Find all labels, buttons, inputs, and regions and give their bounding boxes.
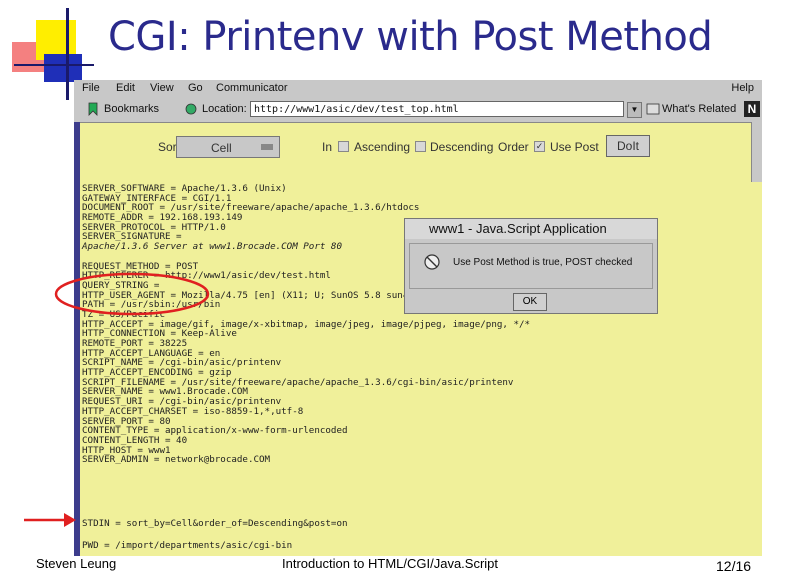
footer-author: Steven Leung: [36, 556, 117, 571]
ascending-label: Ascending: [354, 140, 411, 154]
pwd-line: PWD = /import/departments/asic/cgi-bin: [82, 540, 293, 551]
netscape-logo-icon: N: [744, 101, 760, 117]
bookmarks-button[interactable]: Bookmarks: [104, 103, 159, 115]
whats-related-button[interactable]: What's Related: [662, 103, 736, 115]
dialog-title: www1 - Java.Script Application: [405, 219, 657, 239]
menu-go[interactable]: Go: [188, 82, 203, 94]
url-dropdown-icon[interactable]: ▼: [627, 102, 642, 118]
env-line: HTTP_ACCEPT_CHARSET = iso-8859-1,*,utf-8: [82, 405, 304, 417]
decor-horizontal-line: [14, 64, 94, 66]
bookmark-icon[interactable]: [86, 102, 100, 116]
menu-communicator[interactable]: Communicator: [216, 82, 288, 94]
red-arrow-icon: [24, 513, 76, 527]
doit-button[interactable]: DoIt: [606, 135, 650, 157]
location-icon: [185, 103, 197, 115]
location-toolbar: Bookmarks Location: http://www1/asic/dev…: [74, 98, 762, 123]
dialog-ok-button[interactable]: OK: [513, 293, 547, 311]
order-label: Order: [498, 140, 529, 154]
stdin-line: STDIN = sort_by=Cell&order_of=Descending…: [82, 518, 348, 529]
menu-view[interactable]: View: [150, 82, 174, 94]
use-post-label: Use Post: [550, 140, 599, 154]
sort-form: Sort By Cell In Ascending Descending Ord…: [74, 132, 762, 158]
env-line: CONTENT_LENGTH = 40: [82, 434, 188, 446]
descending-radio[interactable]: [415, 141, 426, 152]
menu-help[interactable]: Help: [731, 82, 754, 94]
ascending-radio[interactable]: [338, 141, 349, 152]
menu-edit[interactable]: Edit: [116, 82, 135, 94]
whats-related-icon[interactable]: [646, 102, 660, 116]
slide-title: CGI: Printenv with Post Method: [108, 14, 713, 60]
url-input[interactable]: http://www1/asic/dev/test_top.html: [250, 101, 624, 117]
dialog-message: Use Post Method is true, POST checked: [453, 257, 633, 268]
chevron-down-icon: [261, 144, 273, 150]
use-post-checkbox[interactable]: ✓: [534, 141, 545, 152]
warning-icon: [424, 254, 440, 270]
window-edge: [74, 122, 80, 556]
decor-blue-square: [44, 54, 82, 82]
env-line: SERVER_ADMIN = network@brocade.COM: [82, 454, 271, 466]
location-label: Location:: [202, 103, 247, 115]
sort-by-value: Cell: [211, 141, 232, 155]
menu-file[interactable]: File: [82, 82, 100, 94]
page-number: 12/16: [716, 558, 752, 574]
decor-vertical-line: [66, 8, 69, 100]
sort-by-select[interactable]: Cell: [176, 136, 280, 158]
highlight-ellipse: [54, 272, 210, 316]
javascript-alert-dialog: www1 - Java.Script Application Use Post …: [404, 218, 658, 314]
in-label: In: [322, 140, 333, 154]
menu-bar: File Edit View Go Communicator Help: [74, 80, 762, 98]
footer-course: Introduction to HTML/CGI/Java.Script: [282, 556, 499, 571]
descending-label: Descending: [430, 140, 494, 154]
